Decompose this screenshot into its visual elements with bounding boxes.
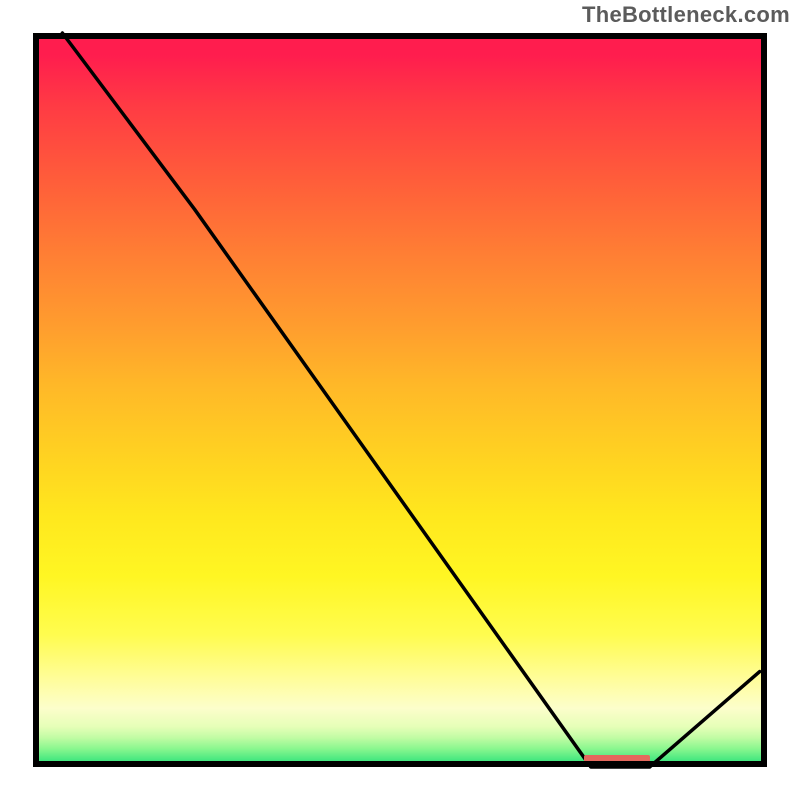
bottleneck-curve xyxy=(33,33,767,767)
optimal-range-marker xyxy=(584,755,650,765)
watermark-text: TheBottleneck.com xyxy=(582,2,790,28)
chart-stage: TheBottleneck.com xyxy=(0,0,800,800)
plot-area xyxy=(33,33,767,767)
